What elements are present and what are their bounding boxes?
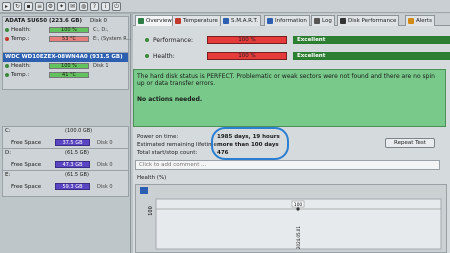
info-icon[interactable]: i [101,2,110,11]
health-dot-icon [145,54,149,58]
volume-size: (100.0 GB) [65,128,93,134]
health-chart: 100 100 2024.05.01 [135,184,447,253]
drive-letters-extra: E:, (System R... [93,36,132,42]
alert-icon [408,18,414,24]
health-dot-icon [5,28,9,32]
volume-disk: Disk 0 [97,162,113,168]
tab-label: Disk Performance [348,18,397,24]
health-chart-label: Health (%) [137,175,167,181]
tools-icon[interactable]: ✦ [57,2,66,11]
help-icon[interactable]: ? [90,2,99,11]
tab-information[interactable]: Information [264,15,310,26]
disk-entry-wdc[interactable]: WDC WD10EZEX-08WN4A0 (931.5 GB) Health: … [2,52,129,90]
tab-alerts[interactable]: Alerts [405,15,435,26]
health-label: Health: [11,27,31,33]
health-label: Health: [153,53,175,60]
disk-temp-row: Temp.: 53 °C E:, (System R... [3,35,132,44]
tab-label: S.M.A.R.T. [231,18,258,24]
disk-title-selected: WDC WD10EZEX-08WN4A0 (931.5 GB) [3,53,128,62]
tab-label: Alerts [416,18,432,24]
disk-entry-adata[interactable]: ADATA SU650 (223.6 GB) Disk 0 Health: 10… [2,16,132,56]
health-bar: 100 % [207,52,287,60]
performance-bar: 100 % [207,36,287,44]
temp-bar: 41 °C [49,72,89,78]
save-icon[interactable]: ▪ [24,2,33,11]
performance-dot-icon [145,38,149,42]
web-icon[interactable]: ◍ [79,2,88,11]
status-message: The hard disk status is PERFECT. Problem… [137,73,435,87]
refresh-icon[interactable]: ↻ [13,2,22,11]
volume-e[interactable]: E: (61.5 GB) Free Space 59.3 GB Disk 0 [2,170,129,197]
remaining-lifetime-label: Estimated remaining lifetime: [137,142,219,148]
volume-disk: Disk 0 [97,140,113,146]
settings-icon[interactable]: ⚙ [46,2,55,11]
volume-size: (61.5 GB) [65,150,89,156]
performance-label: Performance: [153,37,194,44]
tab-bar: Overview Temperature S.M.A.R.T. Informat… [133,14,450,26]
volume-title: D: [5,150,12,156]
health-dot-icon [5,64,9,68]
info-icon [267,18,273,24]
toolbar: ▸ ↻ ▪ ≡ ⚙ ✦ ✉ ◍ ? i ⏻ [0,0,450,13]
mail-icon[interactable]: ✉ [68,2,77,11]
temp-dot-icon [5,37,9,41]
volume-title: E: [5,172,11,178]
highlight-circle [211,127,289,160]
volume-size: (61.5 GB) [65,172,89,178]
chart-save-icon[interactable] [140,187,148,194]
open-icon[interactable]: ▸ [2,2,11,11]
temp-label: Temp.: [11,36,30,42]
disk-list-pane: ADATA SU650 (223.6 GB) Disk 0 Health: 10… [0,14,131,253]
report-icon[interactable]: ≡ [35,2,44,11]
volume-disk: Disk 0 [97,184,113,190]
exit-icon[interactable]: ⏻ [112,2,121,11]
comment-field[interactable]: Click to add comment ... [135,160,440,170]
y-tick-label: 100 [148,206,154,216]
point-label: 100 [294,202,303,208]
health-chart-svg: 100 100 2024.05.01 [140,187,442,250]
tab-temperature[interactable]: Temperature [172,15,221,26]
temp-bar: 53 °C [49,36,89,42]
health-bar: 100 % [49,27,89,33]
temp-dot-icon [5,73,9,77]
free-space-label: Free Space [11,140,42,146]
x-tick-label: 2024.05.01 [296,226,301,249]
actions-message: No actions needed. [137,96,203,103]
disk-title: ADATA SU650 (223.6 GB) Disk 0 [5,18,108,24]
free-space-label: Free Space [11,162,42,168]
free-space-bar: 47.3 GB [55,161,90,168]
drive-letters: C:, D:, [93,27,109,33]
repeat-test-button[interactable]: Repeat Test [385,138,435,148]
free-space-label: Free Space [11,184,42,190]
disk-temp-row: Temp.: 41 °C [3,71,128,80]
overview-icon [138,18,144,24]
status-message-box: The hard disk status is PERFECT. Problem… [133,69,446,127]
log-icon [314,18,320,24]
temp-label: Temp.: [11,72,30,78]
health-bar: 100 % [49,63,89,69]
smart-icon [223,18,229,24]
performance-icon [340,18,346,24]
disk-number: Disk 1 [93,63,109,69]
tab-disk-performance[interactable]: Disk Performance [337,15,400,26]
tab-log[interactable]: Log [311,15,335,26]
health-status: Excellent [293,52,450,60]
performance-status: Excellent [293,36,450,44]
tab-smart[interactable]: S.M.A.R.T. [220,15,261,26]
disk-health-row: Health: 100 % C:, D:, [3,26,128,35]
health-label: Health: [11,63,31,69]
tab-label: Information [275,18,307,24]
volume-title: C: [5,128,11,134]
tab-overview[interactable]: Overview [135,15,175,26]
free-space-bar: 59.3 GB [55,183,90,190]
tab-label: Temperature [183,18,218,24]
tab-label: Log [322,18,332,24]
tab-label: Overview [146,18,172,24]
thermometer-icon [175,18,181,24]
free-space-bar: 37.5 GB [55,139,90,146]
start-stop-label: Total start/stop count: [137,150,198,156]
disk-health-row: Health: 100 % Disk 1 [3,62,128,71]
power-on-label: Power on time: [137,134,179,140]
details-pane: Overview Temperature S.M.A.R.T. Informat… [133,14,450,253]
